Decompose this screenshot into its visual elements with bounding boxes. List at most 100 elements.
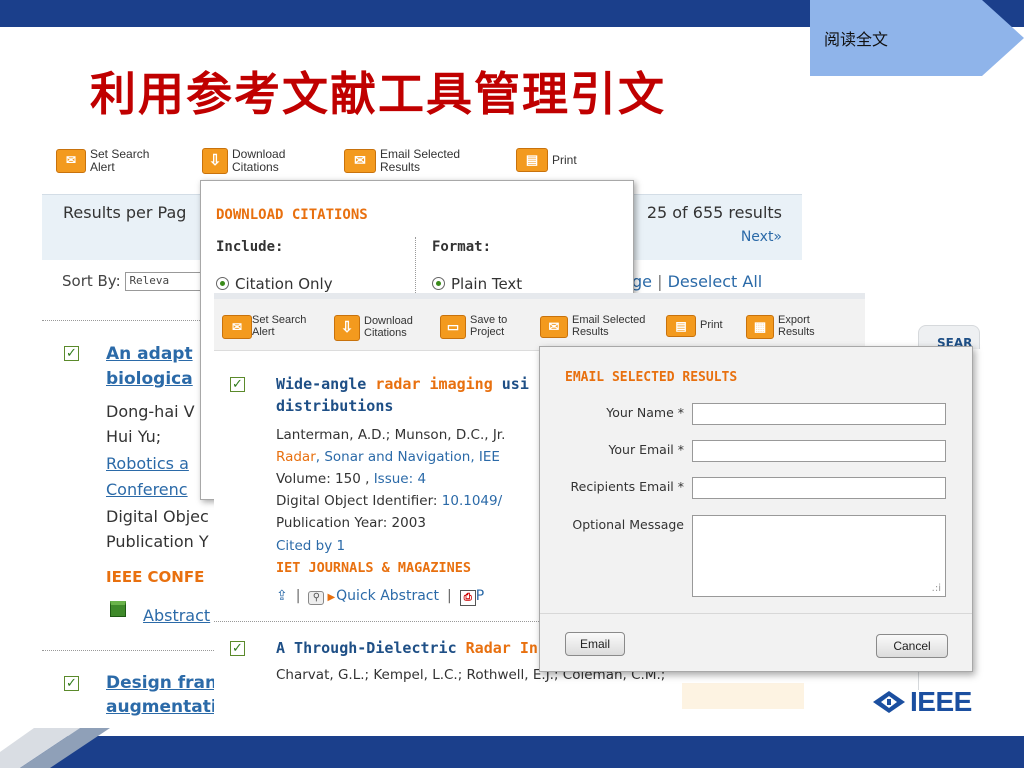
print-button[interactable]: ▤ Print (516, 148, 577, 172)
email-button[interactable]: Email (565, 632, 625, 656)
slide-title: 利用参考文献工具管理引文 (90, 67, 666, 121)
link-separator: | (657, 272, 663, 291)
select-page-link[interactable]: ge (632, 272, 652, 291)
recipients-email-input[interactable] (692, 477, 946, 499)
link-separator: | (295, 588, 301, 604)
result-title-line1[interactable]: Design fran (106, 671, 217, 696)
plain-text-option[interactable]: Plain Text (432, 275, 522, 293)
deselect-all-link[interactable]: Deselect All (668, 272, 763, 291)
popup-divider (540, 613, 972, 614)
title-text: usi (492, 375, 529, 393)
front-toolbar: ✉ Set Search Alert ⇩ Download Citations … (214, 293, 865, 351)
citation-only-option[interactable]: Citation Only (216, 275, 333, 293)
result-title-line1[interactable]: An adapt (106, 342, 193, 367)
download-citations-button[interactable]: ⇩ Download Citations (334, 315, 426, 341)
email-selected-results-button[interactable]: ✉ Email Selected Results (344, 148, 480, 173)
envelope-clock-icon: ✉ (56, 148, 86, 173)
next-page-link[interactable]: Next» (741, 229, 782, 245)
set-search-alert-label: Set Search Alert (252, 314, 307, 338)
sort-row: Sort By: Releva (62, 272, 206, 291)
download-citations-button[interactable]: ⇩ Download Citations (202, 148, 304, 174)
result-action-links: ⇪ | ⚲ ▶Quick Abstract | ⎙ P (276, 588, 484, 606)
resize-grip-icon[interactable]: .:i (932, 583, 941, 594)
result-authors-line2: Hui Yu; (106, 427, 162, 446)
email-selected-results-button[interactable]: ✉ Email Selected Results (540, 314, 662, 338)
print-label: Print (700, 319, 723, 332)
result-doi-label: Digital Objec (106, 507, 209, 526)
include-label: Include: (216, 239, 284, 255)
result-checkbox[interactable]: ✓ (64, 676, 79, 691)
ieee-logo: IEEE (872, 686, 972, 718)
doi-link[interactable]: 10.1049/ (442, 493, 502, 509)
set-search-alert-button[interactable]: ✉ Set Search Alert (56, 148, 170, 173)
format-label: Format: (432, 239, 492, 255)
radio-selected-icon[interactable] (432, 277, 445, 290)
your-name-input[interactable] (692, 403, 946, 425)
result-publication-link-line2[interactable]: Conferenc (106, 480, 188, 499)
journal-text: , Sonar and Navigation, IEE (315, 449, 500, 465)
slide-bottom-band (0, 728, 1024, 768)
result-volume: Volume: 150 , Issue: 4 (276, 471, 426, 487)
result-checkbox[interactable]: ✓ (64, 346, 79, 361)
title-highlight: radar imaging (375, 375, 493, 393)
your-name-label: Your Name * (606, 405, 684, 420)
result-authors: Lanterman, A.D.; Munson, D.C., Jr. (276, 427, 506, 443)
results-count: 25 of 655 results (646, 203, 782, 222)
result-checkbox[interactable]: ✓ (230, 641, 245, 656)
download-arrow-icon: ⇩ (334, 315, 360, 341)
title-text: A Through-Dielectric (276, 639, 466, 657)
title-text: Wide-angle (276, 375, 376, 393)
folder-icon: ▭ (440, 315, 466, 339)
export-results-button[interactable]: ▦ Export Results (746, 315, 828, 339)
cancel-button[interactable]: Cancel (876, 634, 948, 658)
save-to-project-button[interactable]: ▭ Save to Project (440, 315, 520, 339)
read-full-text-tab[interactable]: 阅读全文 (810, 0, 1024, 76)
print-button[interactable]: ▤ Print (666, 315, 723, 337)
volume-label: Volume: 150 , (276, 471, 374, 487)
result-source: IET JOURNALS & MAGAZINES (276, 560, 472, 576)
results-per-page-label: Results per Pag (63, 203, 187, 222)
result-title-line2[interactable]: biologica (106, 367, 193, 392)
printer-icon: ▤ (516, 148, 548, 172)
quick-abstract-link[interactable]: Quick Abstract (336, 588, 439, 604)
abstract-icon (110, 601, 126, 617)
email-popup-heading: EMAIL SELECTED RESULTS (565, 370, 738, 385)
cited-by-link[interactable]: Cited by 1 (276, 538, 345, 554)
result-title-line2[interactable]: distributions (276, 397, 393, 415)
result-year-label: Publication Y (106, 532, 209, 551)
envelope-icon: ✉ (344, 148, 376, 173)
your-email-label: Your Email * (608, 442, 684, 457)
result-title-line1[interactable]: A Through-Dielectric Radar In (276, 639, 538, 657)
result-checkbox[interactable]: ✓ (230, 377, 245, 392)
selection-links: ge | Deselect All (632, 272, 762, 291)
link-separator: | (446, 588, 452, 604)
optional-message-textarea[interactable]: .:i (692, 515, 946, 597)
abstract-link[interactable]: Abstract (143, 606, 210, 625)
result-journal-link[interactable]: Radar, Sonar and Navigation, IEE (276, 449, 500, 465)
pdf-link[interactable]: P (476, 588, 484, 604)
expand-arrow-icon: ▶ (327, 592, 336, 603)
radio-selected-icon[interactable] (216, 277, 229, 290)
access-icon[interactable]: ⇪ (276, 588, 288, 604)
printer-icon: ▤ (666, 315, 696, 337)
email-selected-results-label: Email Selected Results (380, 147, 461, 174)
export-results-label: Export Results (778, 314, 815, 338)
your-email-input[interactable] (692, 440, 946, 462)
ieee-logo-text: IEEE (910, 686, 972, 717)
email-results-popup: EMAIL SELECTED RESULTS Your Name * Your … (539, 346, 973, 672)
issue-link[interactable]: Issue: 4 (374, 471, 426, 487)
result-year: Publication Year: 2003 (276, 515, 426, 531)
pdf-icon[interactable]: ⎙ (459, 590, 476, 606)
result-publication-link-line1[interactable]: Robotics a (106, 454, 189, 473)
journal-highlight: Radar (276, 449, 316, 465)
result-authors-line1: Dong-hai V (106, 402, 195, 421)
set-search-alert-button[interactable]: ✉ Set Search Alert (222, 315, 318, 339)
envelope-icon: ✉ (540, 315, 568, 338)
title-highlight: Radar In (465, 639, 538, 657)
abstract-button-background[interactable] (682, 683, 804, 709)
result-source: IEEE CONFE (106, 568, 205, 586)
read-full-text-label: 阅读全文 (824, 30, 889, 49)
result-title-line1[interactable]: Wide-angle radar imaging usi (276, 375, 529, 393)
sort-select[interactable]: Releva (125, 272, 206, 291)
download-arrow-icon: ⇩ (202, 148, 228, 174)
